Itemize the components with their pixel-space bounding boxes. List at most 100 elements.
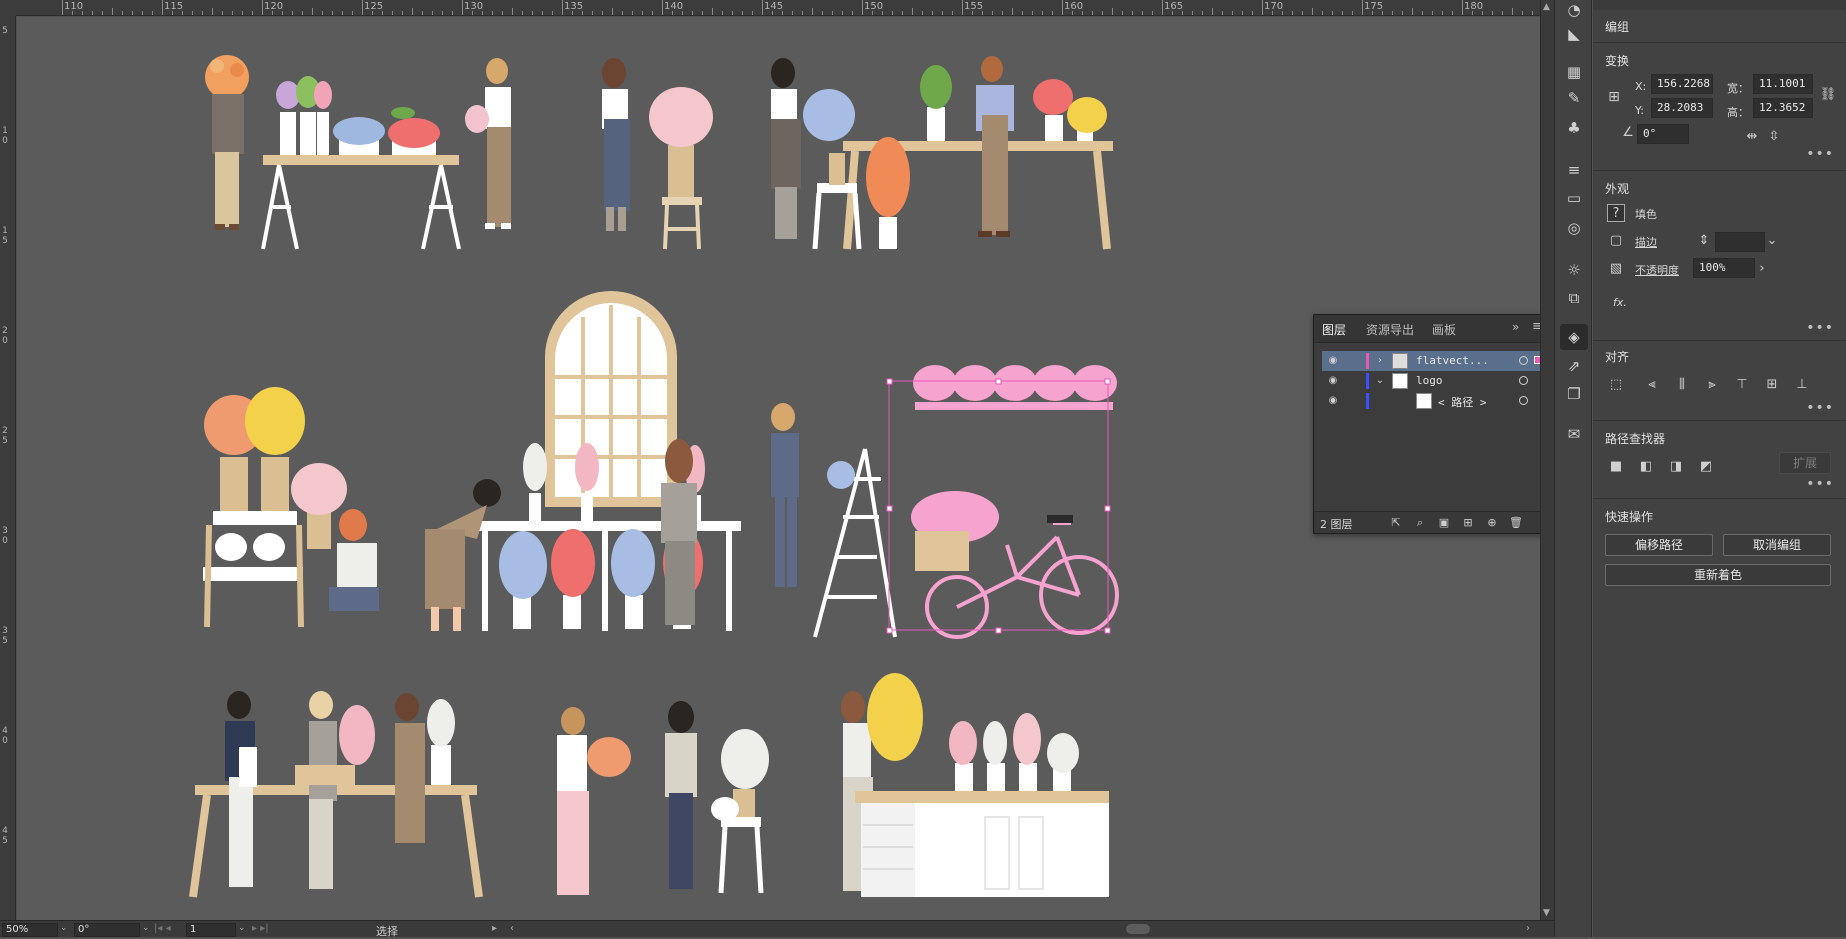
layer-name[interactable]: < 路径 > — [1438, 394, 1487, 410]
layer-target-icon[interactable] — [1519, 376, 1528, 385]
layers-panel[interactable]: 图层 资源导出 画板 » ≡ ◉ › flatvect... ◉ ⌄ logo … — [1313, 314, 1554, 534]
next-artboard-icon[interactable]: ▸ ▸| — [252, 923, 269, 934]
expand-button[interactable]: 扩展 — [1779, 452, 1831, 474]
artboards-icon[interactable]: ❐ — [1564, 384, 1584, 404]
stroke-icon[interactable]: ≡ — [1564, 160, 1584, 180]
align-to-icon[interactable]: ⬚ — [1607, 376, 1625, 394]
stroke-weight-input[interactable] — [1715, 232, 1765, 252]
new-layer-icon[interactable]: ⊕ — [1484, 515, 1500, 531]
flip-vertical-icon[interactable]: ⇳ — [1765, 128, 1783, 146]
symbols-icon[interactable]: ♣ — [1564, 118, 1584, 138]
align-right-icon[interactable]: ⫸ — [1703, 376, 1721, 394]
search-icon[interactable]: ⌕ — [1412, 515, 1428, 531]
brushes-icon[interactable]: ✎ — [1564, 88, 1584, 108]
layer-target-icon[interactable] — [1519, 396, 1528, 405]
layer-row-path[interactable]: ◉ < 路径 > — [1322, 391, 1546, 411]
more-options-icon[interactable]: ••• — [1806, 146, 1834, 162]
rotation-select[interactable]: 0° — [74, 923, 140, 937]
offset-path-button[interactable]: 偏移路径 — [1605, 534, 1713, 556]
align-top-icon[interactable]: ⊤ — [1733, 376, 1751, 394]
layer-name[interactable]: logo — [1416, 374, 1443, 387]
new-sublayer-icon[interactable]: ⊞ — [1460, 515, 1476, 531]
first-artboard-icon[interactable]: |◂ ◂ — [154, 923, 171, 934]
vertical-scrollbar[interactable]: ▲ ▼ — [1540, 0, 1554, 920]
visibility-eye-icon[interactable]: ◉ — [1326, 394, 1340, 408]
flip-horizontal-icon[interactable]: ⇹ — [1743, 128, 1761, 146]
minus-front-icon[interactable]: ◧ — [1637, 458, 1655, 476]
unite-icon[interactable]: ■ — [1607, 458, 1625, 476]
scroll-up-icon[interactable]: ▲ — [1543, 2, 1550, 12]
rotate-input[interactable]: 0° — [1637, 124, 1689, 144]
tab-layers[interactable]: 图层 — [1322, 321, 1346, 338]
zoom-select[interactable]: 50% — [2, 923, 58, 937]
panel-expand-icon[interactable]: » — [1512, 320, 1519, 334]
reference-point-icon[interactable]: ⊞ — [1605, 88, 1623, 106]
x-input[interactable]: 156.2268 — [1651, 74, 1713, 94]
align-bottom-icon[interactable]: ⊥ — [1793, 376, 1811, 394]
gradient-icon[interactable]: ▭ — [1564, 188, 1584, 208]
fill-swatch-icon[interactable]: ? — [1607, 204, 1625, 222]
comments-icon[interactable]: ✉ — [1564, 424, 1584, 444]
layer-name[interactable]: flatvect... — [1416, 354, 1489, 367]
trash-icon[interactable]: 🗑 — [1508, 515, 1524, 531]
exclude-icon[interactable]: ◩ — [1697, 458, 1715, 476]
align-center-h-icon[interactable]: ⫼ — [1673, 376, 1691, 394]
collapse-arrow-icon[interactable]: ⌄ — [1374, 373, 1386, 389]
status-menu-icon[interactable]: ▸ — [492, 923, 497, 934]
align-left-icon[interactable]: ⫷ — [1643, 376, 1661, 394]
opacity-input[interactable]: 100% — [1693, 258, 1755, 278]
stroke-swatch-icon[interactable]: ▢ — [1607, 232, 1625, 250]
artboard-number-input[interactable]: 1 — [186, 923, 236, 937]
scroll-left-icon[interactable]: ‹ — [510, 923, 514, 934]
clipping-mask-icon[interactable]: ▣ — [1436, 515, 1452, 531]
layers-icon[interactable]: ◈ — [1560, 324, 1588, 350]
more-options-icon[interactable]: ••• — [1806, 476, 1834, 492]
appearance-icon[interactable]: ☼ — [1564, 260, 1584, 280]
ruler-left[interactable]: 5 1 0 1 5 2 0 2 5 3 0 3 5 4 0 4 5 — [0, 16, 16, 920]
asset-export-icon[interactable]: ⇗ — [1564, 356, 1584, 376]
transparency-icon[interactable]: ◎ — [1564, 218, 1584, 238]
ruler-left-label: 5 — [2, 26, 8, 36]
ruler-top-label: 120 — [264, 1, 284, 12]
height-input[interactable]: 12.3652 — [1753, 98, 1813, 118]
scroll-right-icon[interactable]: › — [1526, 923, 1530, 934]
sunflower-display-counter — [841, 673, 1109, 897]
swatches-icon[interactable]: ▦ — [1564, 62, 1584, 82]
horizontal-scroll-thumb[interactable] — [1126, 924, 1150, 934]
stroke-label[interactable]: 描边 — [1635, 234, 1657, 250]
artboard-canvas[interactable] — [17, 17, 1540, 920]
intersect-icon[interactable]: ◨ — [1667, 458, 1685, 476]
export-icon[interactable]: ⇱ — [1388, 515, 1404, 531]
opacity-label[interactable]: 不透明度 — [1635, 262, 1679, 278]
tab-asset-export[interactable]: 资源导出 — [1366, 321, 1414, 338]
fx-label[interactable]: fx. — [1613, 296, 1627, 309]
chevron-right-icon[interactable]: › — [1753, 260, 1771, 278]
flower-shop-illustration[interactable] — [17, 17, 1540, 920]
visibility-eye-icon[interactable]: ◉ — [1326, 374, 1340, 388]
recolor-button[interactable]: 重新着色 — [1605, 564, 1831, 586]
y-input[interactable]: 28.2083 — [1651, 98, 1713, 118]
tab-artboards[interactable]: 画板 — [1432, 321, 1456, 338]
scroll-down-icon[interactable]: ▼ — [1543, 908, 1550, 918]
color-palette-icon[interactable]: ◔ — [1564, 0, 1584, 20]
more-options-icon[interactable]: ••• — [1806, 400, 1834, 416]
ungroup-button[interactable]: 取消编组 — [1723, 534, 1831, 556]
layer-target-icon[interactable] — [1519, 356, 1528, 365]
chevron-down-icon[interactable]: ⌄ — [238, 923, 246, 933]
align-center-v-icon[interactable]: ⊞ — [1763, 376, 1781, 394]
layer-row-flatvect[interactable]: ◉ › flatvect... — [1322, 351, 1546, 371]
visibility-eye-icon[interactable]: ◉ — [1326, 354, 1340, 368]
constrain-proportions-icon[interactable]: ⛓ — [1819, 86, 1837, 104]
ladder-with-florist — [771, 403, 897, 638]
expand-arrow-icon[interactable]: › — [1374, 353, 1386, 369]
more-options-icon[interactable]: ••• — [1806, 320, 1834, 336]
stroke-stepper-icon[interactable]: ⇕ — [1695, 232, 1713, 250]
graphic-styles-icon[interactable]: ⧉ — [1564, 288, 1584, 308]
chevron-down-icon[interactable]: ⌄ — [1763, 232, 1781, 250]
chevron-down-icon[interactable]: ⌄ — [142, 923, 150, 933]
ruler-top[interactable]: 110 115 120 125 130 135 140 145 150 155 160 165 170 1… — [16, 0, 1540, 16]
width-input[interactable]: 11.1001 — [1753, 74, 1813, 94]
color-guide-icon[interactable]: ◣ — [1564, 24, 1584, 44]
layer-row-logo[interactable]: ◉ ⌄ logo — [1322, 371, 1546, 391]
chevron-down-icon[interactable]: ⌄ — [60, 923, 68, 933]
